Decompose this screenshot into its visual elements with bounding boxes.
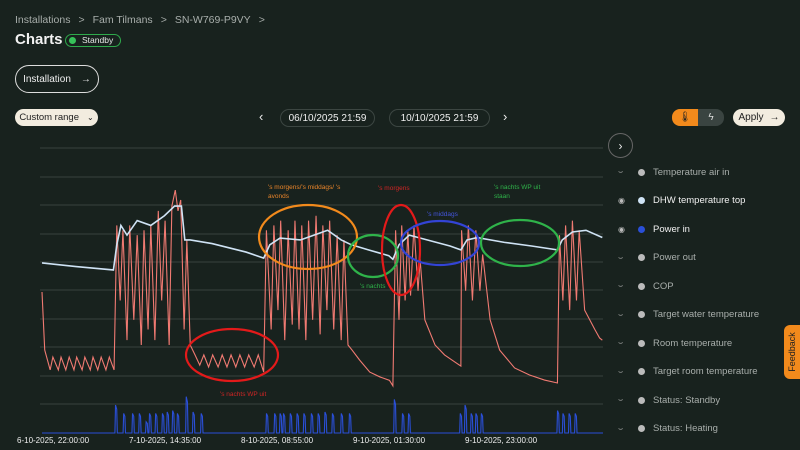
series-color-dot: [638, 168, 645, 176]
eye-icon[interactable]: ◉: [618, 196, 632, 205]
series-color-dot: [638, 197, 645, 204]
legend-label: COP: [653, 280, 674, 292]
series-color-dot: [638, 425, 645, 432]
legend-label: Room temperature: [653, 337, 733, 349]
legend-label: Temperature air in: [653, 166, 730, 178]
legend-item[interactable]: ⌣ Room temperature: [618, 336, 732, 350]
x-tick-label: 9-10-2025, 23:00:00: [465, 436, 538, 445]
legend-label: DHW temperature top: [653, 195, 746, 206]
legend-item[interactable]: ⌣ Temperature air in: [618, 165, 730, 179]
eye-closed-icon[interactable]: ⌣: [618, 338, 632, 348]
legend-label: Power out: [653, 252, 696, 263]
legend-label: Target room temperature: [653, 366, 758, 377]
series-line-power-in: [42, 396, 603, 434]
x-tick-label: 7-10-2025, 14:35:00: [129, 436, 202, 445]
x-tick-label: 6-10-2025, 22:00:00: [17, 436, 90, 445]
legend-label: Status: Standby: [653, 394, 721, 406]
legend-label: Target water temperature: [653, 309, 760, 320]
power-toggle[interactable]: ϟ: [698, 109, 724, 126]
legend-label: Status: Heating: [653, 423, 718, 434]
annotation-label: 's morgens: [378, 185, 410, 192]
x-tick-label: 9-10-2025, 01:30:00: [353, 436, 426, 445]
legend-item[interactable]: ⌣ COP: [618, 279, 674, 293]
series-color-dot: [638, 311, 645, 318]
legend-item[interactable]: ◉ Power in: [618, 222, 690, 236]
legend-item[interactable]: ◉ DHW temperature top: [618, 194, 745, 208]
annotation-label: 's nachts: [360, 283, 386, 290]
eye-closed-icon[interactable]: ⌣: [618, 167, 632, 177]
collapse-legend-button[interactable]: ›: [608, 133, 633, 158]
annotation-label: 's middags: [427, 211, 459, 218]
lightning-icon: ϟ: [708, 112, 714, 123]
eye-closed-icon[interactable]: ⌣: [618, 424, 632, 434]
chart: 's morgens/'s middags/ 's avonds 's morg…: [40, 147, 603, 434]
chevron-right-icon: ›: [618, 138, 623, 153]
legend-item[interactable]: ⌣ Status: Heating: [618, 422, 718, 436]
apply-label: Apply: [738, 112, 764, 123]
apply-button[interactable]: Apply →: [733, 109, 785, 126]
legend-item[interactable]: ⌣ Status: Standby: [618, 393, 720, 407]
temperature-toggle[interactable]: 🌡︎: [672, 109, 698, 126]
eye-closed-icon[interactable]: ⌣: [618, 253, 632, 263]
annotation-label: staan: [494, 193, 510, 200]
legend-label: Power in: [653, 223, 690, 235]
eye-closed-icon[interactable]: ⌣: [618, 310, 632, 320]
thermometer-icon: 🌡︎: [678, 112, 692, 123]
eye-icon[interactable]: ◉: [618, 225, 632, 234]
series-color-dot: [638, 254, 645, 261]
legend-item[interactable]: ⌣ Target room temperature: [618, 365, 758, 379]
eye-closed-icon[interactable]: ⌣: [618, 395, 632, 405]
arrow-right-icon: →: [769, 112, 780, 123]
feedback-label: Feedback: [787, 332, 797, 372]
series-color-dot: [638, 396, 645, 404]
legend-item[interactable]: ⌣ Target water temperature: [618, 308, 759, 322]
x-tick-label: 8-10-2025, 08:55:00: [241, 436, 314, 445]
annotation-label: 's nachts WP uit: [494, 184, 540, 191]
eye-closed-icon[interactable]: ⌣: [618, 281, 632, 291]
annotation-label: 's morgens/'s middags/ 's: [268, 184, 341, 191]
legend-item[interactable]: ⌣ Power out: [618, 251, 696, 265]
eye-closed-icon[interactable]: ⌣: [618, 367, 632, 377]
annotation-label: 's nachts WP uit: [220, 391, 266, 398]
annotation-label: avonds: [268, 193, 290, 200]
annotation-ellipse-green: [479, 218, 561, 268]
series-color-dot: [638, 368, 645, 375]
series-color-dot: [638, 282, 645, 290]
annotation-ellipse-green: [346, 233, 400, 279]
series-color-dot: [638, 225, 645, 233]
series-color-dot: [638, 339, 645, 347]
feedback-tab[interactable]: Feedback: [784, 325, 800, 379]
